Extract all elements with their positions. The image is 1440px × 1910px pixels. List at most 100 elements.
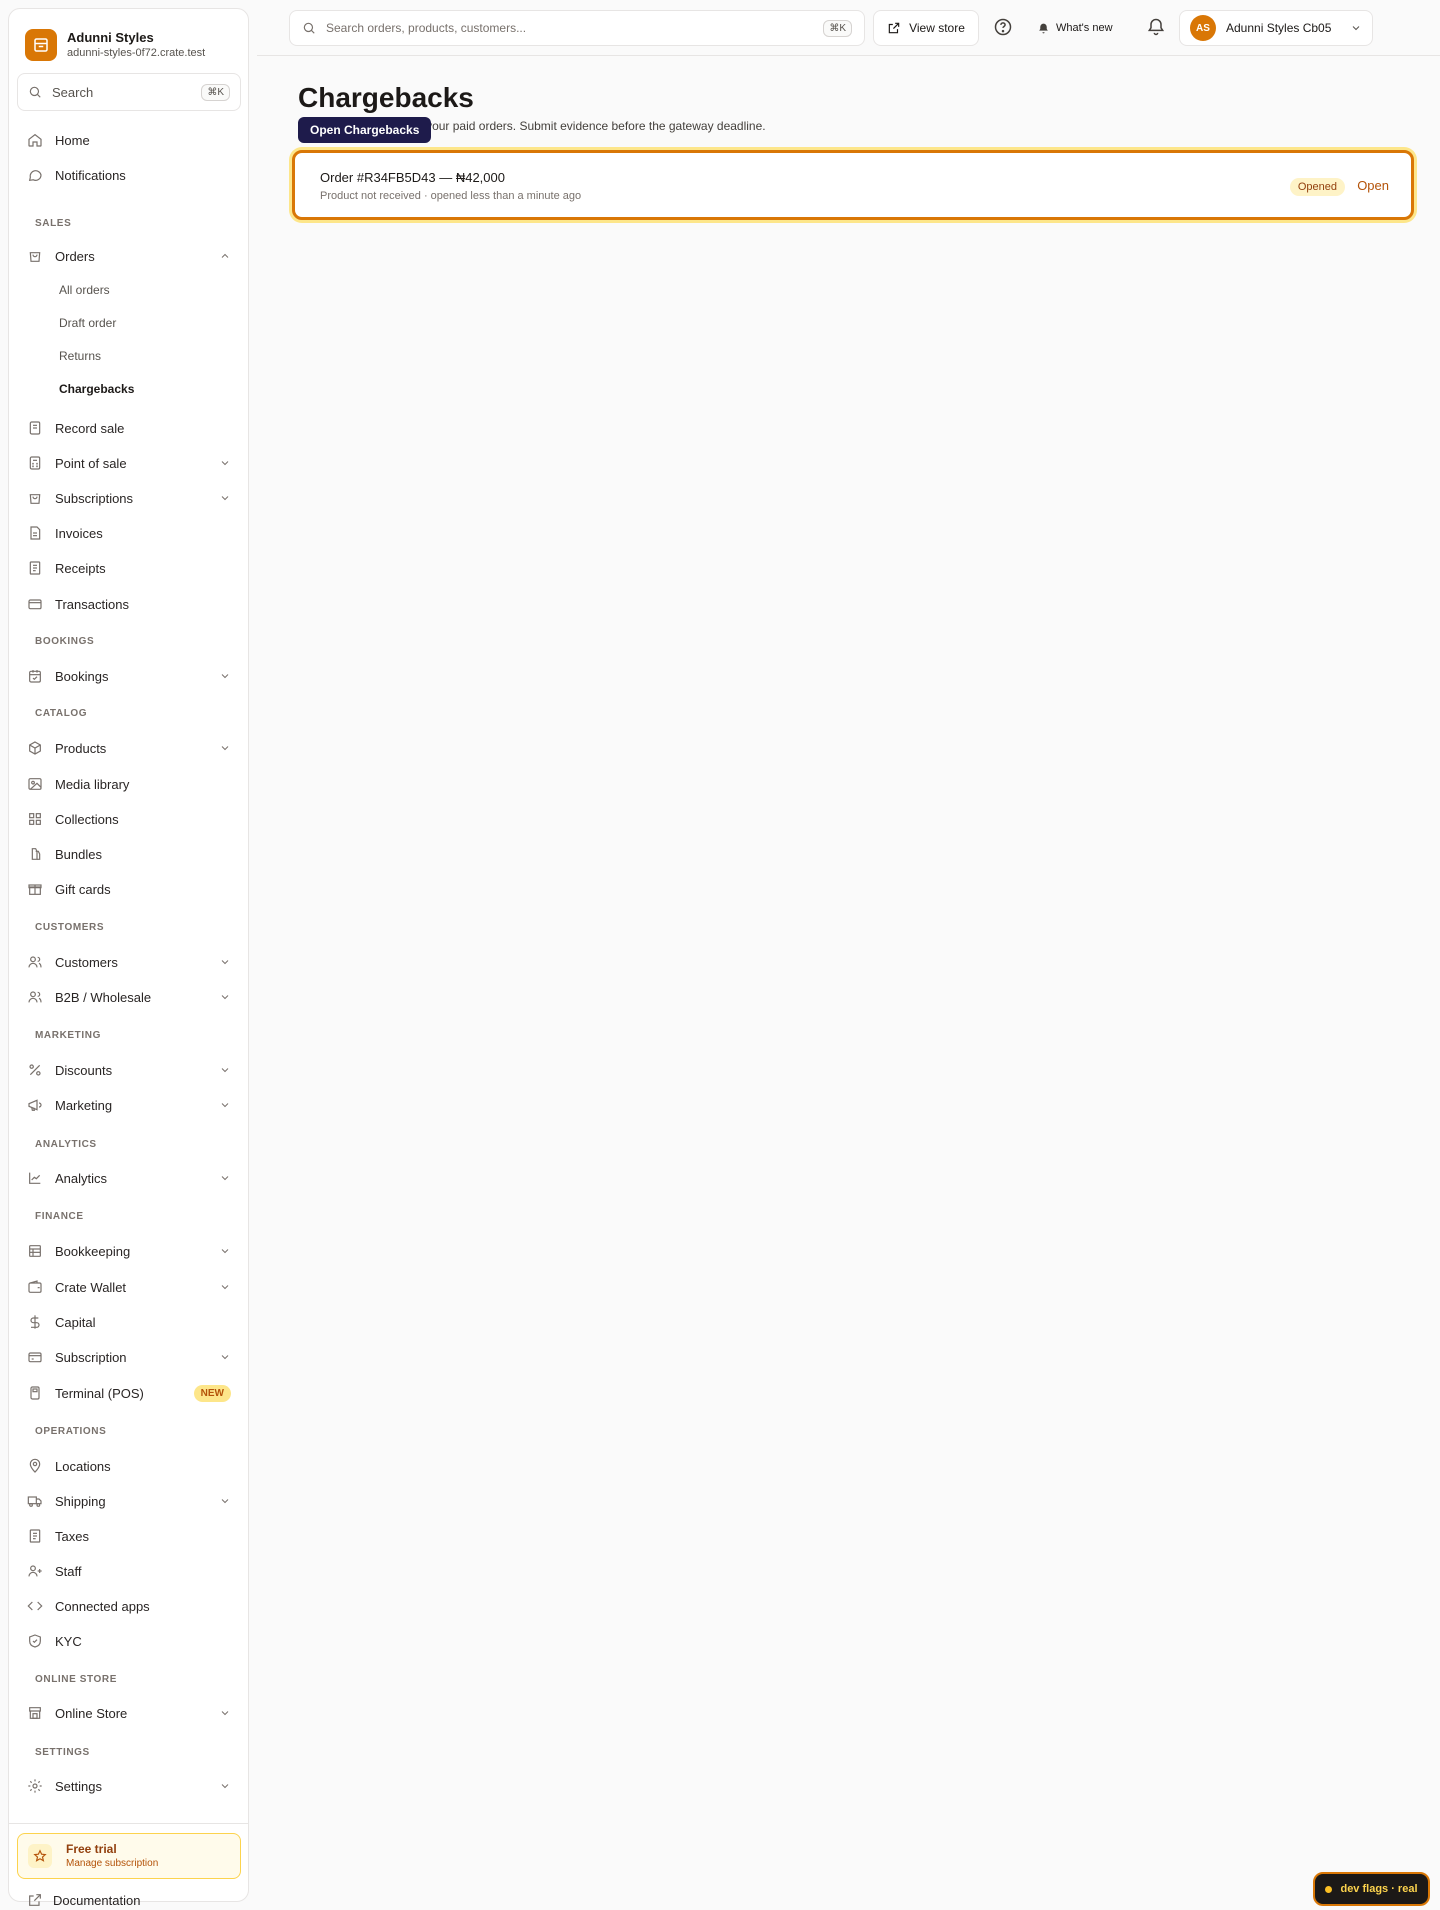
global-search-input[interactable]: Search orders, products, customers... ⌘K [289, 10, 865, 46]
users-icon [27, 989, 43, 1005]
sidebar-item-connected-apps[interactable]: Connected apps [17, 1591, 241, 1621]
sidebar-item-subscriptions[interactable]: Subscriptions [17, 483, 241, 513]
store-switcher[interactable]: Adunni Styles adunni-styles-0f72.crate.t… [25, 25, 240, 65]
sidebar-subitem-returns[interactable]: Returns [59, 345, 101, 367]
sidebar-item-locations[interactable]: Locations [17, 1451, 241, 1481]
section-settings: SETTINGS [35, 1747, 90, 1758]
chevron-down-icon [219, 457, 231, 469]
terminal-device-icon [27, 1385, 43, 1401]
gear-icon [27, 1778, 43, 1794]
code-icon [27, 1598, 43, 1614]
sidebar-search-shortcut: ⌘K [201, 83, 230, 101]
sidebar-item-taxes[interactable]: Taxes [17, 1521, 241, 1551]
truck-icon [27, 1493, 43, 1509]
external-link-icon [887, 21, 901, 35]
chevron-down-icon [219, 1495, 231, 1507]
section-analytics: ANALYTICS [35, 1139, 97, 1150]
sidebar-item-terminal-pos[interactable]: Terminal (POS) NEW [17, 1378, 241, 1408]
sidebar: Adunni Styles adunni-styles-0f72.crate.t… [8, 8, 249, 1908]
chevron-down-icon [1350, 22, 1362, 34]
account-menu-button[interactable]: AS Adunni Styles Cb05 [1179, 10, 1373, 46]
sidebar-subitem-draft-order[interactable]: Draft order [59, 312, 116, 334]
bag-icon [27, 248, 43, 264]
sidebar-item-label: Crate Wallet [55, 1279, 127, 1295]
sidebar-item-label: Media library [55, 776, 130, 792]
sidebar-search-label: Search [52, 84, 94, 100]
sidebar-item-discounts[interactable]: Discounts [17, 1055, 241, 1085]
document-icon [27, 525, 43, 541]
sidebar-item-transactions[interactable]: Transactions [17, 589, 241, 619]
manage-subscription-link[interactable]: Manage subscription [66, 1857, 158, 1870]
sidebar-item-notifications[interactable]: Notifications [17, 160, 241, 190]
avatar: AS [1190, 15, 1216, 41]
sidebar-item-gift-cards[interactable]: Gift cards [17, 874, 241, 904]
sidebar-item-record-sale[interactable]: Record sale [17, 413, 241, 443]
sidebar-item-customers[interactable]: Customers [17, 947, 241, 977]
bundle-icon [27, 846, 43, 862]
sidebar-item-kyc[interactable]: KYC [17, 1626, 241, 1656]
help-circle-icon [993, 17, 1015, 37]
sidebar-item-invoices[interactable]: Invoices [17, 518, 241, 548]
sidebar-item-label: Taxes [55, 1528, 89, 1544]
section-marketing: MARKETING [35, 1030, 101, 1041]
sidebar-item-b2b-wholesale[interactable]: B2B / Wholesale [17, 982, 241, 1012]
sidebar-item-label: Point of sale [55, 455, 127, 471]
sidebar-item-marketing[interactable]: Marketing [17, 1090, 241, 1120]
free-trial-card[interactable]: Free trial Manage subscription [17, 1833, 241, 1879]
sidebar-item-label: Bookkeeping [55, 1243, 131, 1259]
chevron-down-icon [219, 1245, 231, 1257]
sidebar-item-settings[interactable]: Settings [17, 1771, 241, 1801]
tooltip: Open Chargebacks [298, 117, 432, 143]
sidebar-item-staff[interactable]: Staff [17, 1556, 241, 1586]
sidebar-item-bundles[interactable]: Bundles [17, 839, 241, 869]
credit-card-icon [27, 1349, 43, 1365]
sidebar-search[interactable]: Search ⌘K [17, 73, 241, 111]
sidebar-divider [9, 1823, 248, 1824]
sidebar-item-capital[interactable]: Capital [17, 1307, 241, 1337]
section-catalog: CATALOG [35, 708, 88, 719]
sidebar-item-collections[interactable]: Collections [17, 804, 241, 834]
sidebar-subitem-all-orders[interactable]: All orders [59, 279, 110, 301]
notifications-button[interactable] [1146, 17, 1168, 39]
global-search-shortcut: ⌘K [823, 19, 852, 37]
status-dot-icon [1325, 1885, 1333, 1893]
wallet-icon [27, 1279, 43, 1295]
whats-new-button[interactable]: What's new [1037, 17, 1113, 39]
chevron-down-icon [219, 670, 231, 682]
sidebar-item-media-library[interactable]: Media library [17, 769, 241, 799]
sidebar-item-subscription[interactable]: Subscription [17, 1342, 241, 1372]
sidebar-item-orders[interactable]: Orders [17, 241, 241, 271]
dev-flags-label: dev flags · real [1340, 1883, 1418, 1895]
section-bookings: BOOKINGS [35, 636, 95, 647]
sidebar-item-home[interactable]: Home [17, 125, 241, 155]
help-button[interactable] [993, 17, 1015, 39]
map-pin-icon [27, 1458, 43, 1474]
bag-icon [27, 490, 43, 506]
image-icon [27, 776, 43, 792]
sidebar-item-shipping[interactable]: Shipping [17, 1486, 241, 1516]
sidebar-item-bookings[interactable]: Bookings [17, 661, 241, 691]
user-plus-icon [27, 1563, 43, 1579]
sidebar-subitem-chargebacks[interactable]: Chargebacks [59, 378, 134, 400]
sidebar-item-label: Locations [55, 1458, 111, 1474]
sidebar-item-label: B2B / Wholesale [55, 989, 152, 1005]
sidebar-item-analytics[interactable]: Analytics [17, 1163, 241, 1193]
sidebar-item-label: Home [55, 132, 90, 148]
chargeback-row[interactable]: Order #R34FB5D43 — ₦42,000 Product not r… [292, 150, 1414, 220]
shield-check-icon [27, 1633, 43, 1649]
chargeback-meta: Product not received · opened less than … [320, 190, 582, 202]
sidebar-item-point-of-sale[interactable]: Point of sale [17, 448, 241, 478]
view-store-button[interactable]: View store [873, 10, 979, 46]
sidebar-item-products[interactable]: Products [17, 733, 241, 763]
ledger-icon [27, 1243, 43, 1259]
sidebar-item-crate-wallet[interactable]: Crate Wallet [17, 1272, 241, 1302]
sidebar-item-bookkeeping[interactable]: Bookkeeping [17, 1236, 241, 1266]
sidebar-item-receipts[interactable]: Receipts [17, 553, 241, 583]
sidebar-item-online-store[interactable]: Online Store [17, 1698, 241, 1728]
open-chargeback-link[interactable]: Open [1357, 178, 1389, 193]
dev-flags-button[interactable]: dev flags · real [1313, 1872, 1430, 1906]
sidebar-item-documentation[interactable]: Documentation [17, 1885, 241, 1910]
receipt-icon [27, 420, 43, 436]
credit-card-icon [27, 596, 43, 612]
sidebar-item-label: Analytics [55, 1170, 108, 1186]
